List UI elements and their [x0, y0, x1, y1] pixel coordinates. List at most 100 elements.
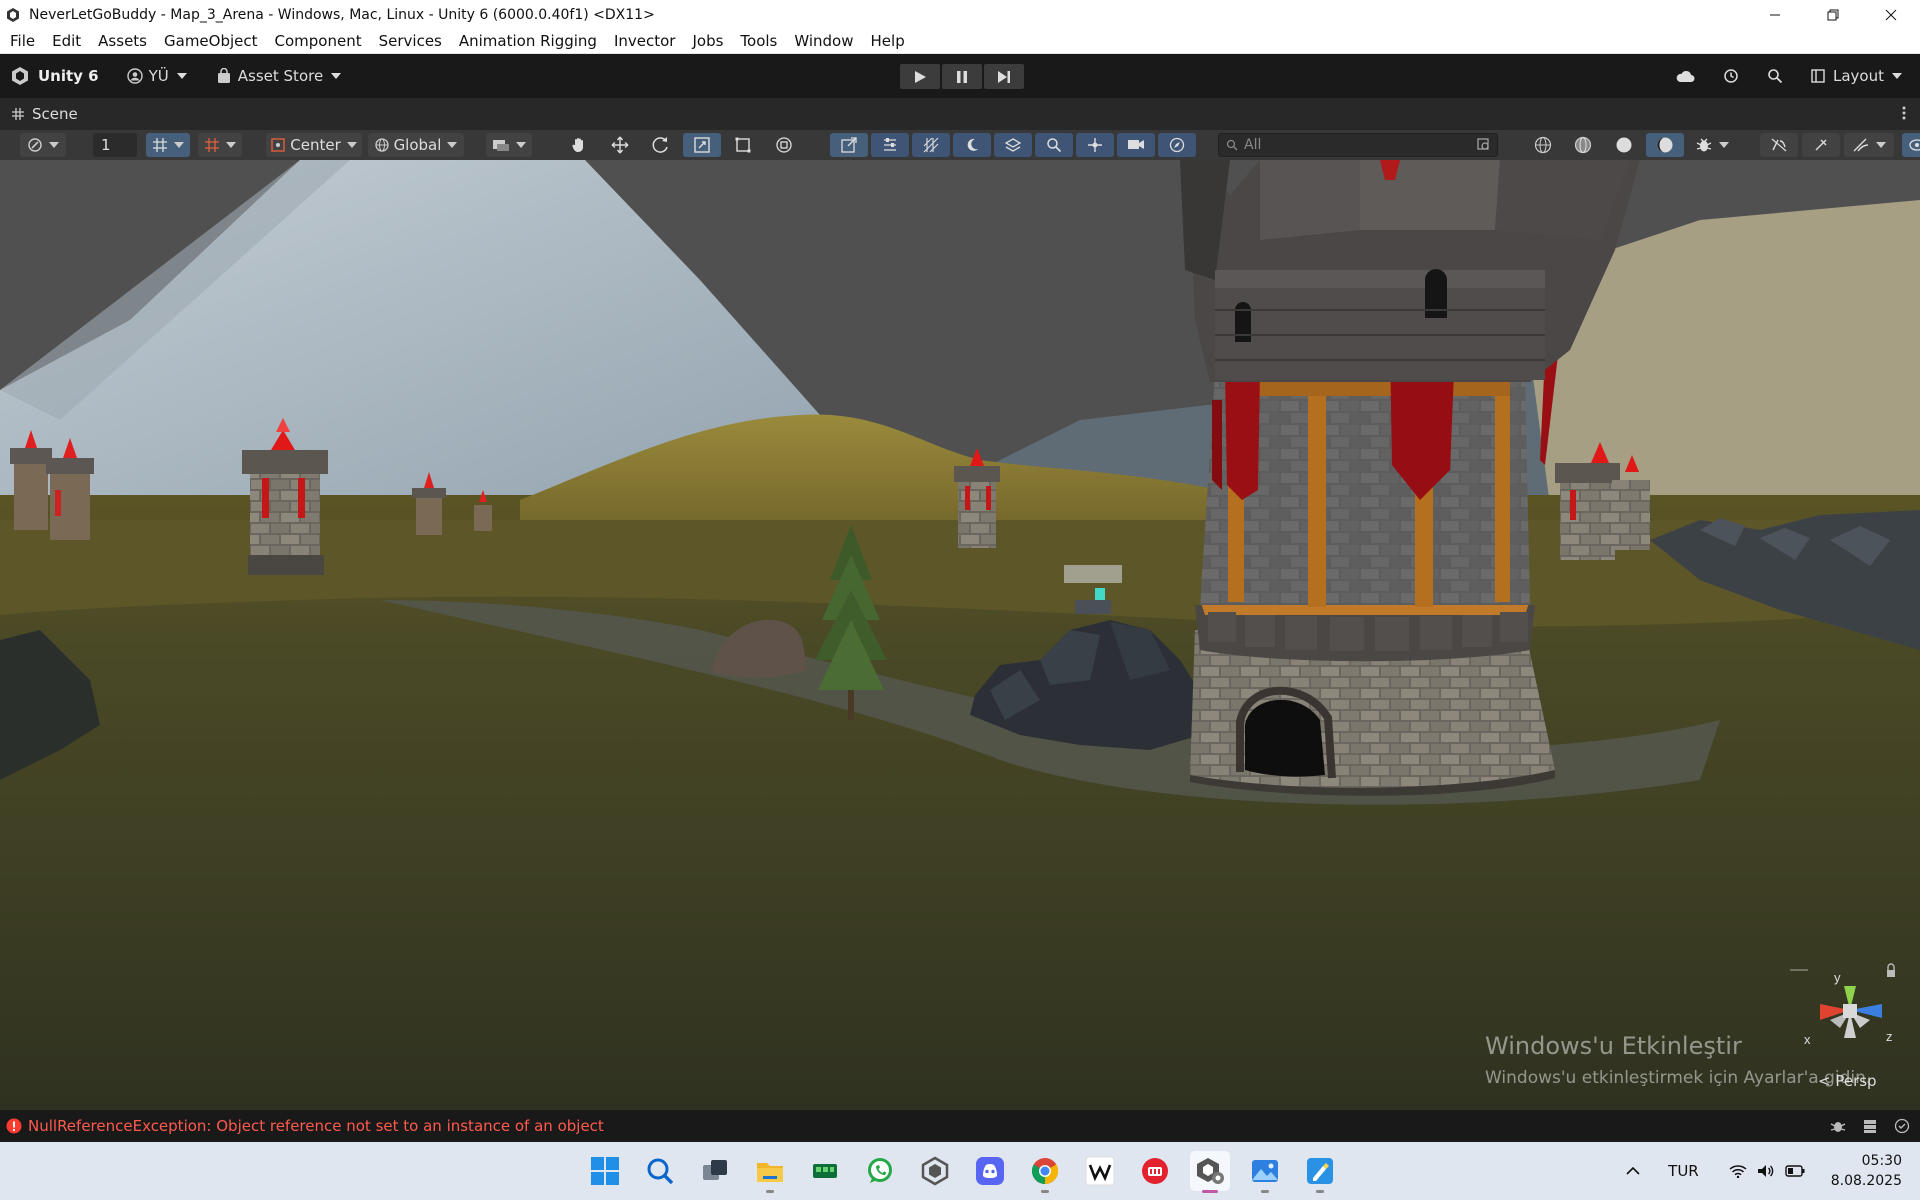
hierarchy-search-input[interactable]: All [1218, 133, 1498, 157]
gizmo-z-label: z [1886, 1029, 1893, 1044]
step-button[interactable] [984, 64, 1024, 89]
pivot-rotation-label: Global [394, 136, 442, 154]
shaded-wire-sphere-icon [1574, 136, 1592, 154]
error-message[interactable]: NullReferenceException: Object reference… [6, 1117, 604, 1135]
clock-date: 8.08.2025 [1831, 1171, 1902, 1191]
search-filter-icon[interactable] [1477, 138, 1491, 152]
visibility-toggle[interactable] [1902, 133, 1920, 157]
menu-jobs[interactable]: Jobs [682, 32, 730, 50]
draw-mode-lit[interactable] [1646, 133, 1684, 157]
taskbar-start-button[interactable] [585, 1151, 625, 1191]
taskbar-file-explorer[interactable] [750, 1151, 790, 1191]
cache-server-icon[interactable] [1862, 1118, 1878, 1134]
menu-edit[interactable]: Edit [42, 32, 88, 50]
overlay-toggle-9[interactable] [1158, 133, 1196, 157]
taskbar-unity-editor[interactable] [1190, 1151, 1230, 1191]
unity-logo-button[interactable]: Unity 6 [10, 66, 99, 86]
increment-snap-toggle[interactable] [198, 133, 242, 157]
menu-component[interactable]: Component [265, 32, 369, 50]
taskbar-search-button[interactable] [640, 1151, 680, 1191]
play-controls [900, 64, 1024, 89]
scale-tool-button[interactable] [683, 133, 721, 157]
overlay-toggle-7[interactable] [1076, 133, 1114, 157]
menu-invector[interactable]: Invector [604, 32, 683, 50]
pivot-rotation-dropdown[interactable]: Global [368, 133, 464, 157]
taskbar-red-app[interactable] [1135, 1151, 1175, 1191]
layers-icon [1004, 137, 1022, 153]
asset-store-dropdown[interactable]: Asset Store [217, 67, 341, 85]
search-icon[interactable] [1767, 68, 1783, 84]
overlay-toggle-6[interactable] [1035, 133, 1073, 157]
wattpad-icon [1085, 1156, 1115, 1186]
pivot-mode-dropdown[interactable]: Center [266, 133, 362, 157]
chevron-up-icon[interactable] [1626, 1166, 1640, 1176]
pause-button[interactable] [942, 64, 982, 89]
windows-start-icon [590, 1156, 620, 1186]
rect-tool-button[interactable] [724, 133, 762, 157]
volume-icon[interactable] [1757, 1164, 1775, 1178]
scene-tab-strip: Scene [0, 98, 1920, 130]
taskbar-chrome[interactable] [1025, 1151, 1065, 1191]
draw-mode-shaded[interactable] [1605, 133, 1643, 157]
input-language[interactable]: TUR [1668, 1162, 1699, 1180]
taskbar-discord[interactable] [970, 1151, 1010, 1191]
wireframe-sphere-icon [1534, 136, 1552, 154]
menu-animation-rigging[interactable]: Animation Rigging [449, 32, 604, 50]
taskbar-unity-hub[interactable] [915, 1151, 955, 1191]
close-button[interactable] [1862, 0, 1920, 29]
debug-draw-dropdown[interactable] [1687, 133, 1737, 157]
grid-snap-toggle[interactable] [146, 133, 190, 157]
menu-bar: File Edit Assets GameObject Component Se… [0, 29, 1920, 54]
more-options-icon[interactable] [1902, 106, 1906, 120]
overlay-toggle-4[interactable] [953, 133, 991, 157]
move-tool-button[interactable] [601, 133, 639, 157]
layout-dropdown[interactable]: Layout [1811, 67, 1902, 85]
hand-tool-button[interactable] [560, 133, 598, 157]
effects-dropdown[interactable] [1844, 133, 1894, 157]
taskbar-task-view[interactable] [695, 1151, 735, 1191]
audio-toggle[interactable] [1802, 133, 1840, 157]
overlay-toggle-8[interactable] [1117, 133, 1155, 157]
console-status-bar[interactable]: NullReferenceException: Object reference… [0, 1110, 1920, 1142]
taskbar-whatsapp[interactable] [860, 1151, 900, 1191]
overlay-toggle-3[interactable] [912, 133, 950, 157]
tool-handle-dropdown[interactable] [20, 133, 66, 157]
menu-window[interactable]: Window [784, 32, 860, 50]
overlay-toggle-2[interactable] [871, 133, 909, 157]
taskbar-game-app[interactable] [805, 1151, 845, 1191]
rotate-tool-button[interactable] [642, 133, 680, 157]
overlay-toggle-1[interactable] [830, 133, 868, 157]
minimize-button[interactable] [1746, 0, 1804, 29]
taskbar-paint[interactable] [1300, 1151, 1340, 1191]
camera-view-dropdown[interactable] [486, 133, 532, 157]
draw-mode-shaded-wireframe[interactable] [1564, 133, 1602, 157]
menu-assets[interactable]: Assets [88, 32, 154, 50]
cloud-icon[interactable] [1675, 69, 1695, 83]
menu-help[interactable]: Help [861, 32, 912, 50]
account-dropdown[interactable]: YÜ [127, 67, 187, 85]
draw-mode-wireframe[interactable] [1524, 133, 1562, 157]
system-clock[interactable]: 05:30 8.08.2025 [1831, 1151, 1902, 1191]
game-app-icon [810, 1156, 840, 1186]
fx-toggle[interactable] [1760, 133, 1798, 157]
layout-label: Layout [1833, 67, 1884, 85]
progress-check-icon[interactable] [1894, 1118, 1910, 1134]
history-icon[interactable] [1723, 68, 1739, 84]
scene-viewport[interactable]: y x z < Persp Windows'u Etkinleştir Wind… [0, 160, 1920, 1110]
menu-file[interactable]: File [0, 32, 42, 50]
menu-services[interactable]: Services [369, 32, 449, 50]
error-icon [6, 1118, 22, 1134]
play-button[interactable] [900, 64, 940, 89]
overlay-toggle-5[interactable] [994, 133, 1032, 157]
restore-button[interactable] [1804, 0, 1862, 29]
menu-tools[interactable]: Tools [730, 32, 784, 50]
taskbar-wattpad[interactable] [1080, 1151, 1120, 1191]
taskbar-photos[interactable] [1245, 1151, 1285, 1191]
wifi-icon[interactable] [1729, 1164, 1747, 1178]
menu-gameobject[interactable]: GameObject [154, 32, 265, 50]
grid-size-field[interactable]: 1 [93, 133, 137, 157]
battery-icon[interactable] [1785, 1165, 1805, 1177]
transform-tool-button[interactable] [765, 133, 803, 157]
tab-scene[interactable]: Scene [12, 105, 78, 123]
debug-bug-icon[interactable] [1830, 1118, 1846, 1134]
